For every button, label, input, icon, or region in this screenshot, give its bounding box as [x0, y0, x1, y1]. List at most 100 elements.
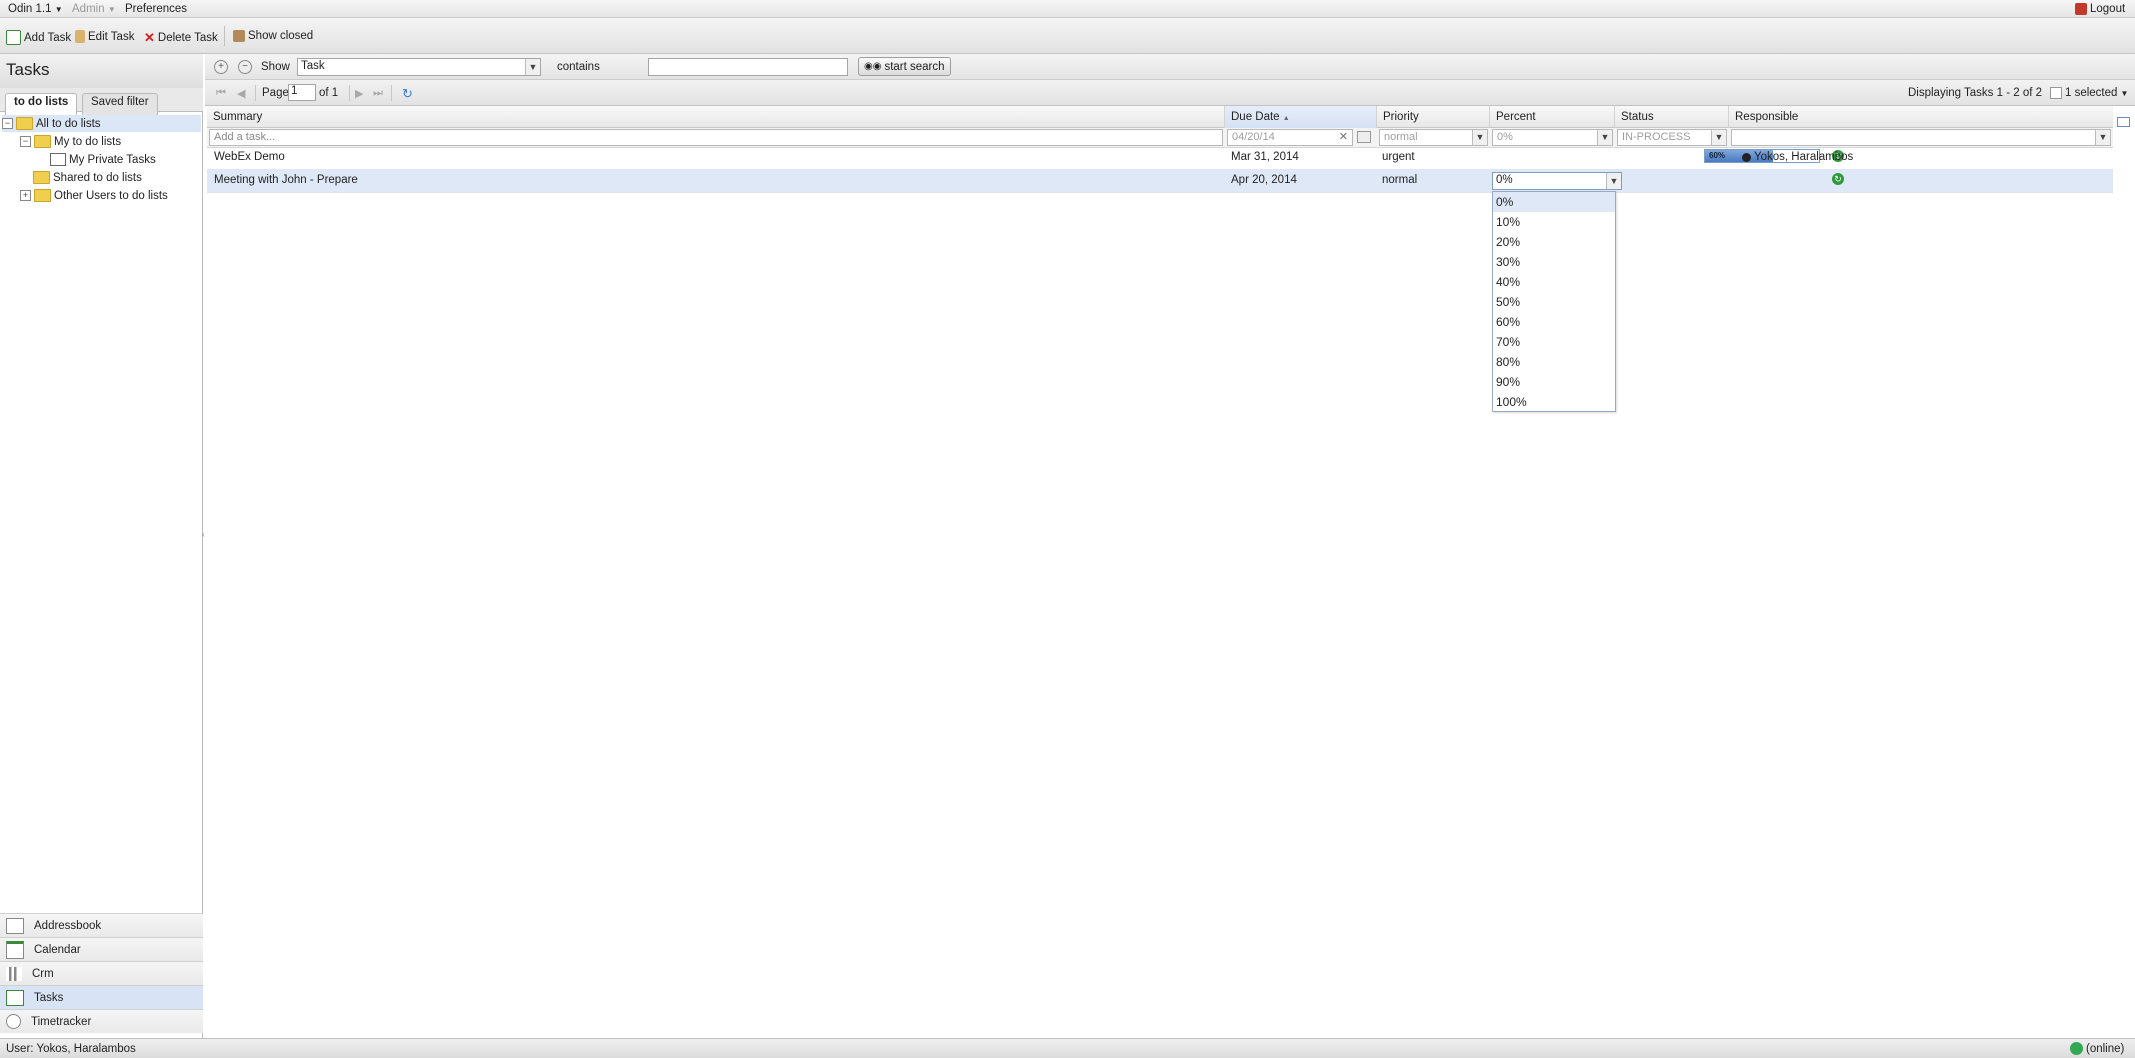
search-input[interactable]: [648, 58, 848, 76]
column-label: Due Date: [1231, 111, 1280, 123]
selection-menu[interactable]: 1 selected ▼: [2050, 87, 2128, 99]
progress-label: 60%: [1709, 151, 1726, 160]
pencil-icon: [75, 30, 85, 43]
dropdown-option[interactable]: 90%: [1493, 372, 1615, 392]
column-picker-icon[interactable]: [2117, 117, 2130, 127]
show-closed-toggle[interactable]: Show closed: [233, 30, 313, 42]
chevron-down-icon[interactable]: ▼: [1472, 130, 1487, 145]
prev-page-icon[interactable]: ◀: [237, 87, 245, 100]
show-label: Show: [261, 61, 290, 73]
tab-to-do-lists[interactable]: to do lists: [5, 93, 78, 117]
preferences-menu[interactable]: Preferences: [125, 3, 187, 15]
expand-icon[interactable]: +: [20, 190, 31, 201]
logout-button[interactable]: Logout: [2075, 3, 2125, 15]
collapse-panel-handle[interactable]: ‹: [202, 530, 205, 539]
filter-field-value: Task: [301, 60, 325, 72]
column-percent[interactable]: Percent: [1490, 106, 1615, 128]
filter-field-select[interactable]: Task ▼: [297, 58, 541, 76]
percent-select[interactable]: 0% ▼: [1492, 129, 1613, 146]
collapse-icon[interactable]: −: [2, 118, 13, 129]
chevron-down-icon[interactable]: ▼: [1606, 173, 1621, 189]
current-user: User: Yokos, Haralambos: [6, 1043, 136, 1055]
column-responsible[interactable]: Responsible: [1729, 106, 2113, 128]
collapse-icon[interactable]: −: [20, 136, 31, 147]
priority-select[interactable]: normal ▼: [1379, 129, 1488, 146]
delete-task-button[interactable]: ✕ Delete Task: [144, 30, 218, 46]
toolbar: Add Task Edit Task ✕ Delete Task Show cl…: [0, 18, 2135, 54]
module-tasks[interactable]: Tasks: [0, 985, 203, 1009]
operator-label: contains: [557, 61, 600, 73]
dropdown-option[interactable]: 100%: [1493, 392, 1615, 412]
panel-title: Tasks: [0, 54, 203, 88]
online-status[interactable]: (online): [2070, 1042, 2124, 1055]
tree-item-private-tasks[interactable]: My Private Tasks: [50, 151, 156, 168]
table-row[interactable]: Meeting with John - Prepare Apr 20, 2014…: [207, 169, 2113, 193]
calendar-icon: [6, 940, 24, 959]
module-label: Timetracker: [31, 1015, 92, 1028]
dropdown-option[interactable]: 70%: [1493, 332, 1615, 352]
start-search-label: start search: [884, 60, 945, 73]
add-filter-icon[interactable]: +: [214, 60, 228, 74]
module-addressbook[interactable]: Addressbook: [0, 913, 203, 937]
add-task-input[interactable]: Add a task...: [209, 129, 1223, 146]
tree-item-other-users[interactable]: + Other Users to do lists: [20, 187, 168, 204]
responsible-select[interactable]: ▼: [1731, 129, 2111, 146]
page-number-input[interactable]: 1: [288, 84, 316, 101]
power-icon: [2075, 3, 2087, 15]
dropdown-option[interactable]: 20%: [1493, 232, 1615, 252]
column-summary[interactable]: Summary: [207, 106, 1225, 128]
app-menu[interactable]: Odin 1.1 ▼: [8, 3, 63, 15]
online-label: (online): [2086, 1042, 2125, 1055]
task-responsible: Yokos, Haralambos: [1742, 151, 1853, 163]
dropdown-option[interactable]: 50%: [1493, 292, 1615, 312]
refresh-icon[interactable]: ↻: [402, 86, 413, 102]
clear-icon[interactable]: ✕: [1339, 130, 1348, 143]
table-row[interactable]: WebEx Demo Mar 31, 2014 urgent 60% ↻ Yok…: [207, 146, 2113, 170]
task-priority: normal: [1382, 174, 1418, 186]
calendar-picker-icon[interactable]: [1357, 131, 1371, 143]
tab-saved-filter[interactable]: Saved filter: [82, 93, 158, 117]
module-label: Calendar: [34, 943, 81, 956]
dropdown-option[interactable]: 10%: [1493, 212, 1615, 232]
tree-item-all-lists[interactable]: − All to do lists: [2, 115, 201, 132]
percent-value: 0%: [1497, 131, 1513, 143]
chevron-down-icon[interactable]: ▼: [2095, 130, 2110, 145]
edit-task-button[interactable]: Edit Task: [75, 30, 134, 43]
tree-label: All to do lists: [36, 117, 101, 130]
tree-item-shared-lists[interactable]: Shared to do lists: [33, 169, 142, 186]
module-crm[interactable]: Crm: [0, 961, 203, 985]
tree-label: My Private Tasks: [69, 153, 156, 166]
next-page-icon[interactable]: ▶: [355, 87, 363, 100]
due-date-input[interactable]: 04/20/14 ✕: [1227, 129, 1353, 146]
chevron-down-icon[interactable]: ▼: [525, 59, 540, 75]
column-status[interactable]: Status: [1615, 106, 1729, 128]
dropdown-option[interactable]: 80%: [1493, 352, 1615, 372]
app-menu-label: Odin 1.1: [8, 3, 52, 15]
start-search-button[interactable]: ◉◉ start search: [858, 57, 951, 76]
dropdown-option[interactable]: 0%: [1493, 192, 1615, 212]
dropdown-option[interactable]: 60%: [1493, 312, 1615, 332]
module-calendar[interactable]: Calendar: [0, 937, 203, 961]
task-priority: urgent: [1382, 151, 1415, 163]
percent-editor[interactable]: 0% ▼: [1492, 172, 1622, 190]
percent-editor-value: 0%: [1496, 174, 1513, 186]
module-timetracker[interactable]: Timetracker: [0, 1009, 203, 1033]
status-select[interactable]: IN-PROCESS ▼: [1617, 129, 1727, 146]
delete-task-label: Delete Task: [157, 32, 218, 44]
chevron-down-icon: ▼: [107, 5, 116, 14]
last-page-icon[interactable]: ⏭: [373, 87, 383, 100]
chevron-down-icon[interactable]: ▼: [1597, 130, 1612, 145]
dropdown-option[interactable]: 30%: [1493, 252, 1615, 272]
dropdown-option[interactable]: 40%: [1493, 272, 1615, 292]
column-priority[interactable]: Priority: [1377, 106, 1490, 128]
tasks-icon: [6, 989, 24, 1006]
add-task-button[interactable]: Add Task: [6, 30, 71, 45]
first-page-icon[interactable]: ⏮: [216, 87, 226, 100]
folder-icon: [16, 117, 33, 130]
remove-filter-icon[interactable]: −: [238, 60, 252, 74]
tree-item-my-lists[interactable]: − My to do lists: [20, 133, 121, 150]
column-due-date[interactable]: Due Date ▲: [1225, 106, 1377, 128]
admin-menu[interactable]: Admin ▼: [72, 3, 116, 15]
chevron-down-icon[interactable]: ▼: [1711, 130, 1726, 145]
folder-icon: [34, 135, 51, 148]
